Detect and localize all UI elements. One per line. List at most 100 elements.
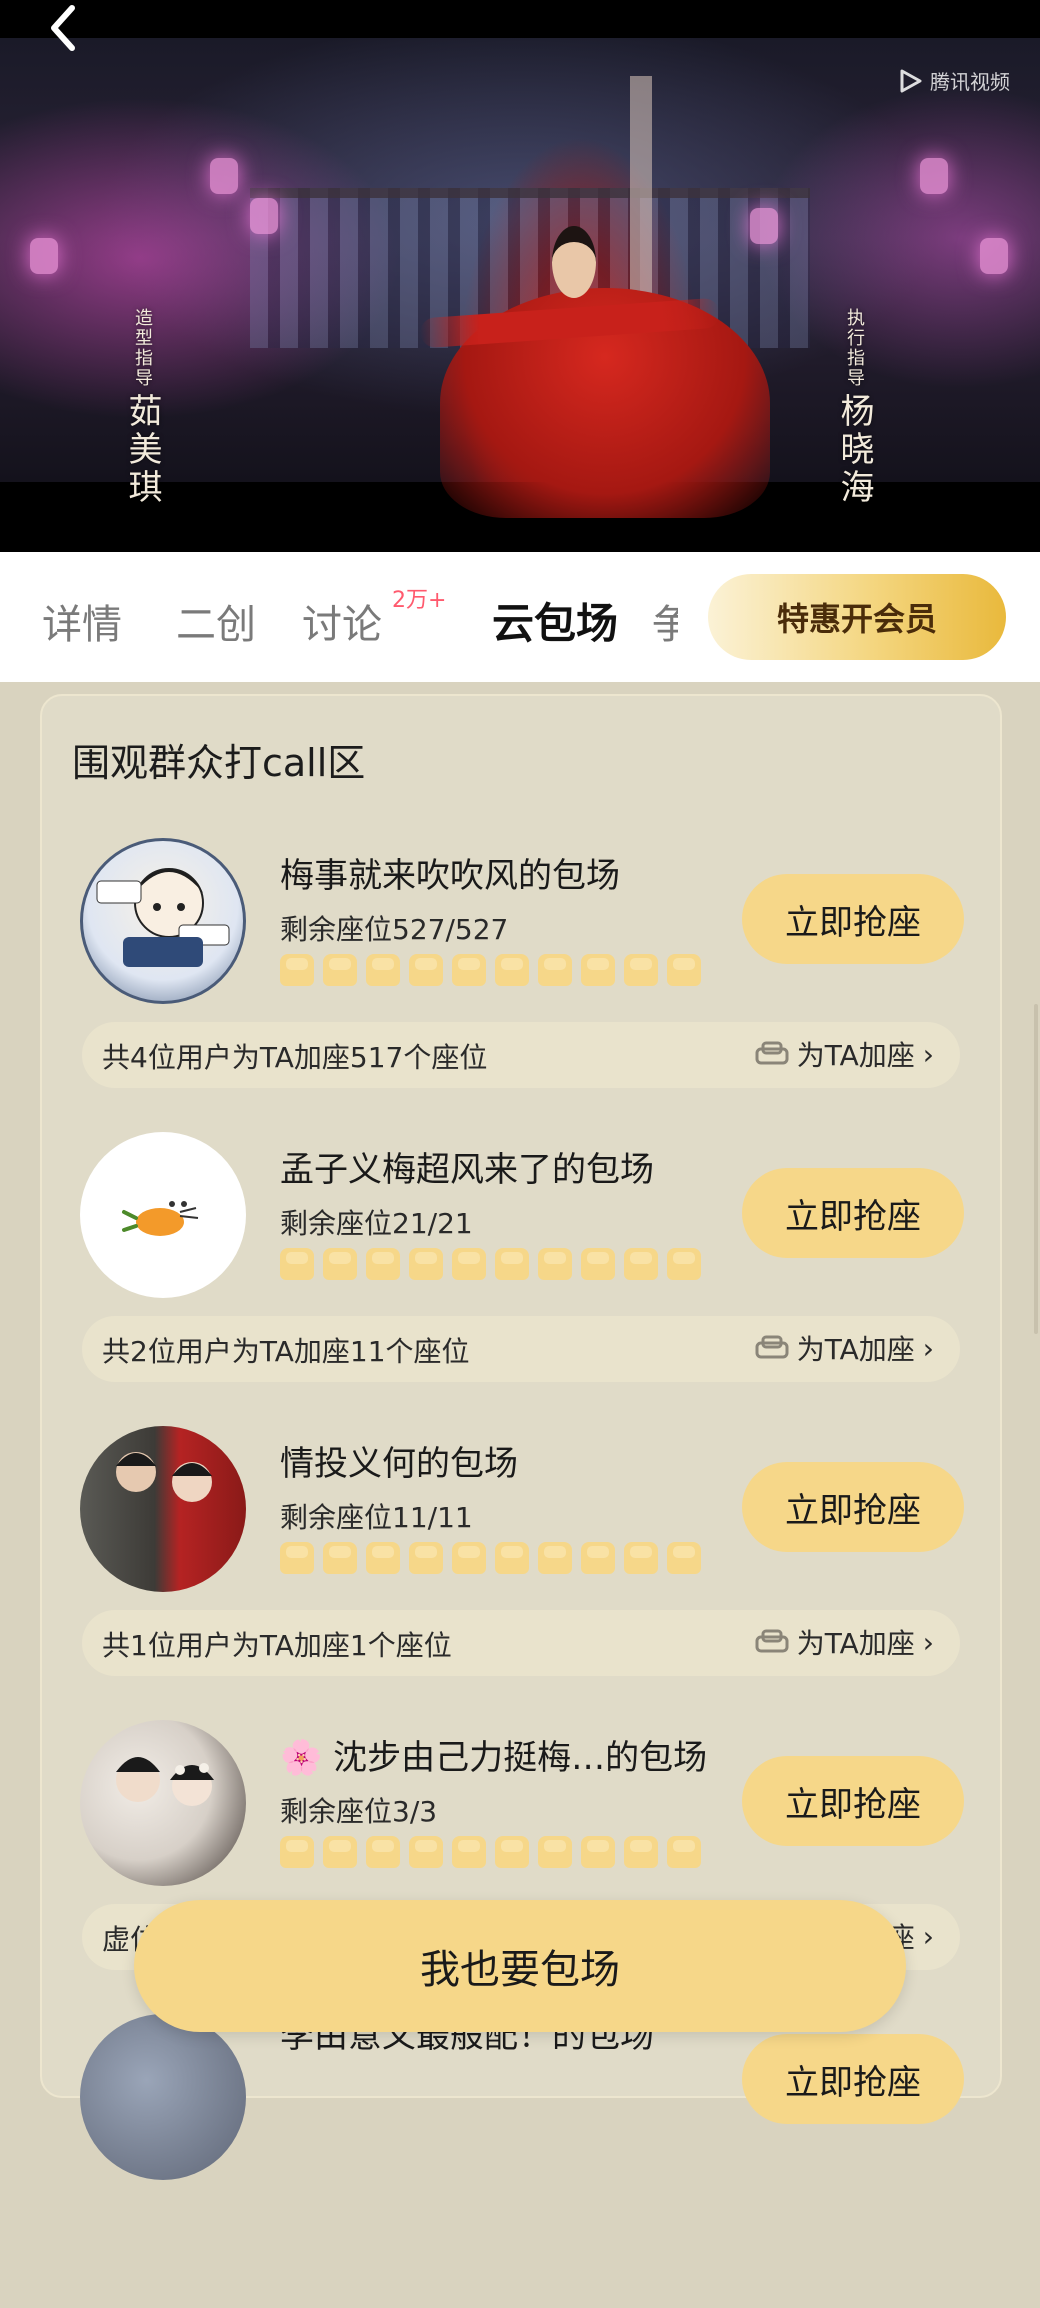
add-seat-link[interactable]: 为TA加座 › xyxy=(755,1622,934,1662)
credit-left-name: 茹美琪 xyxy=(122,393,162,508)
chevron-right-icon: › xyxy=(922,1919,934,1953)
support-text: 共1位用户为TA加座1个座位 xyxy=(102,1629,452,1662)
seat-icon xyxy=(409,1836,443,1868)
credit-right-role: 执行指导 xyxy=(844,308,865,388)
tab-cloud-screening[interactable]: 云包场 xyxy=(492,590,618,651)
avatar[interactable] xyxy=(80,2014,246,2180)
screening-title: 梅事就来吹吹风的包场 xyxy=(280,856,620,896)
support-bar: 共4位用户为TA加座517个座位 为TA加座 › xyxy=(82,1022,960,1088)
seat-icon xyxy=(323,954,357,986)
add-seat-link[interactable]: 为TA加座 › xyxy=(755,1034,934,1074)
seat-icon xyxy=(667,1836,701,1868)
chevron-right-icon: › xyxy=(922,1331,934,1365)
credit-left-role: 造型指导 xyxy=(132,308,153,388)
remaining-seats: 剩余座位527/527 xyxy=(280,913,509,946)
avatar[interactable] xyxy=(80,1426,246,1592)
seat-icon xyxy=(667,1248,701,1280)
sofa-icon xyxy=(755,1335,789,1359)
seat-icon xyxy=(624,1542,658,1574)
seat-icon xyxy=(538,954,572,986)
screening-item: 情投义何的包场 剩余座位11/11 立即抢座 共1位用户为TA加座1个座位 为T… xyxy=(42,1426,1000,1720)
avatar[interactable] xyxy=(80,1132,246,1298)
dancer-head xyxy=(552,226,596,298)
seat-icon xyxy=(538,1248,572,1280)
chevron-left-icon xyxy=(51,5,75,51)
add-seat-link[interactable]: 为TA加座 › xyxy=(755,1328,934,1368)
credit-right: 执行指导 杨晓海 xyxy=(830,308,879,507)
seat-icon xyxy=(323,1248,357,1280)
seat-icon xyxy=(366,954,400,986)
sofa-icon xyxy=(755,1041,789,1065)
lantern xyxy=(980,238,1008,274)
screening-title: 孟子义梅超风来了的包场 xyxy=(280,1150,654,1190)
tab-details[interactable]: 详情 xyxy=(42,592,122,650)
screening-panel: 围观群众打call区 梅事就来吹吹风的包场 剩余座位527/527 立即抢座 共… xyxy=(40,694,1002,2180)
grab-seat-button[interactable]: 立即抢座 xyxy=(742,2034,964,2124)
add-seat-label: 为TA加座 xyxy=(796,1039,915,1072)
avatar[interactable] xyxy=(80,838,246,1004)
seat-icon xyxy=(581,1836,615,1868)
lantern xyxy=(250,198,278,234)
seat-icon xyxy=(667,954,701,986)
content-area: 围观群众打call区 梅事就来吹吹风的包场 剩余座位527/527 立即抢座 共… xyxy=(0,682,1040,2180)
seat-row xyxy=(280,1248,701,1280)
section-title: 围观群众打call区 xyxy=(72,741,366,785)
tab-bar: 详情 二创 讨论 2万+ 云包场 争 特惠开会员 xyxy=(0,552,1040,682)
seat-icon xyxy=(452,954,486,986)
seat-row xyxy=(280,1836,701,1868)
couple-photo-icon xyxy=(116,1757,214,1806)
seat-icon xyxy=(409,1248,443,1280)
video-player[interactable]: 造型指导 茹美琪 执行指导 杨晓海 腾讯视频 xyxy=(0,0,1040,552)
seat-icon xyxy=(624,954,658,986)
tab-more[interactable]: 争 xyxy=(652,592,678,650)
credit-right-name: 杨晓海 xyxy=(834,393,874,508)
lantern xyxy=(750,208,778,244)
tab-discussion[interactable]: 讨论 xyxy=(302,592,382,650)
sofa-icon xyxy=(755,1629,789,1653)
seat-icon xyxy=(624,1248,658,1280)
seat-row xyxy=(280,954,701,986)
vip-promo-button[interactable]: 特惠开会员 xyxy=(708,574,1006,660)
screening-item: 孟子义梅超风来了的包场 剩余座位21/21 立即抢座 共2位用户为TA加座11个… xyxy=(42,1132,1000,1426)
seat-icon xyxy=(495,1542,529,1574)
grab-seat-button[interactable]: 立即抢座 xyxy=(742,874,964,964)
seat-icon xyxy=(624,1836,658,1868)
cartoon-avatar-icon xyxy=(96,868,230,967)
lantern xyxy=(920,158,948,194)
grab-seat-button[interactable]: 立即抢座 xyxy=(742,1462,964,1552)
add-seat-label: 为TA加座 xyxy=(796,1627,915,1660)
tab-fan-creations[interactable]: 二创 xyxy=(176,592,256,650)
create-screening-button[interactable]: 我也要包场 xyxy=(134,1900,906,2032)
support-text: 共4位用户为TA加座517个座位 xyxy=(102,1041,488,1074)
seat-icon xyxy=(280,1542,314,1574)
support-text: 共2位用户为TA加座11个座位 xyxy=(102,1335,470,1368)
seat-icon xyxy=(581,954,615,986)
back-button[interactable] xyxy=(44,4,84,52)
grab-seat-button[interactable]: 立即抢座 xyxy=(742,1756,964,1846)
seat-icon xyxy=(581,1248,615,1280)
avatar[interactable] xyxy=(80,1720,246,1886)
seat-icon xyxy=(581,1542,615,1574)
carrot-avatar-icon xyxy=(122,1201,199,1236)
seat-icon xyxy=(409,954,443,986)
add-seat-label: 为TA加座 xyxy=(796,1333,915,1366)
seat-icon xyxy=(495,1248,529,1280)
seat-row xyxy=(280,1542,701,1574)
lantern xyxy=(30,238,58,274)
discussion-count-badge: 2万+ xyxy=(390,582,449,614)
seat-icon xyxy=(452,1542,486,1574)
support-bar: 共1位用户为TA加座1个座位 为TA加座 › xyxy=(82,1610,960,1676)
credit-left: 造型指导 茹美琪 xyxy=(118,308,167,507)
seat-icon xyxy=(366,1248,400,1280)
tencent-video-watermark: 腾讯视频 xyxy=(896,66,1010,95)
screening-item: 李由意义最般配！的包场 立即抢座 xyxy=(42,2014,1000,2308)
scrollbar[interactable] xyxy=(1034,1004,1038,1334)
support-bar: 共2位用户为TA加座11个座位 为TA加座 › xyxy=(82,1316,960,1382)
seat-icon xyxy=(323,1836,357,1868)
screening-item: 梅事就来吹吹风的包场 剩余座位527/527 立即抢座 共4位用户为TA加座51… xyxy=(42,838,1000,1132)
chevron-right-icon: › xyxy=(922,1625,934,1659)
screening-title: 🌸 沈步由己力挺梅…的包场 xyxy=(280,1738,708,1778)
grab-seat-button[interactable]: 立即抢座 xyxy=(742,1168,964,1258)
seat-icon xyxy=(280,954,314,986)
seat-icon xyxy=(538,1542,572,1574)
